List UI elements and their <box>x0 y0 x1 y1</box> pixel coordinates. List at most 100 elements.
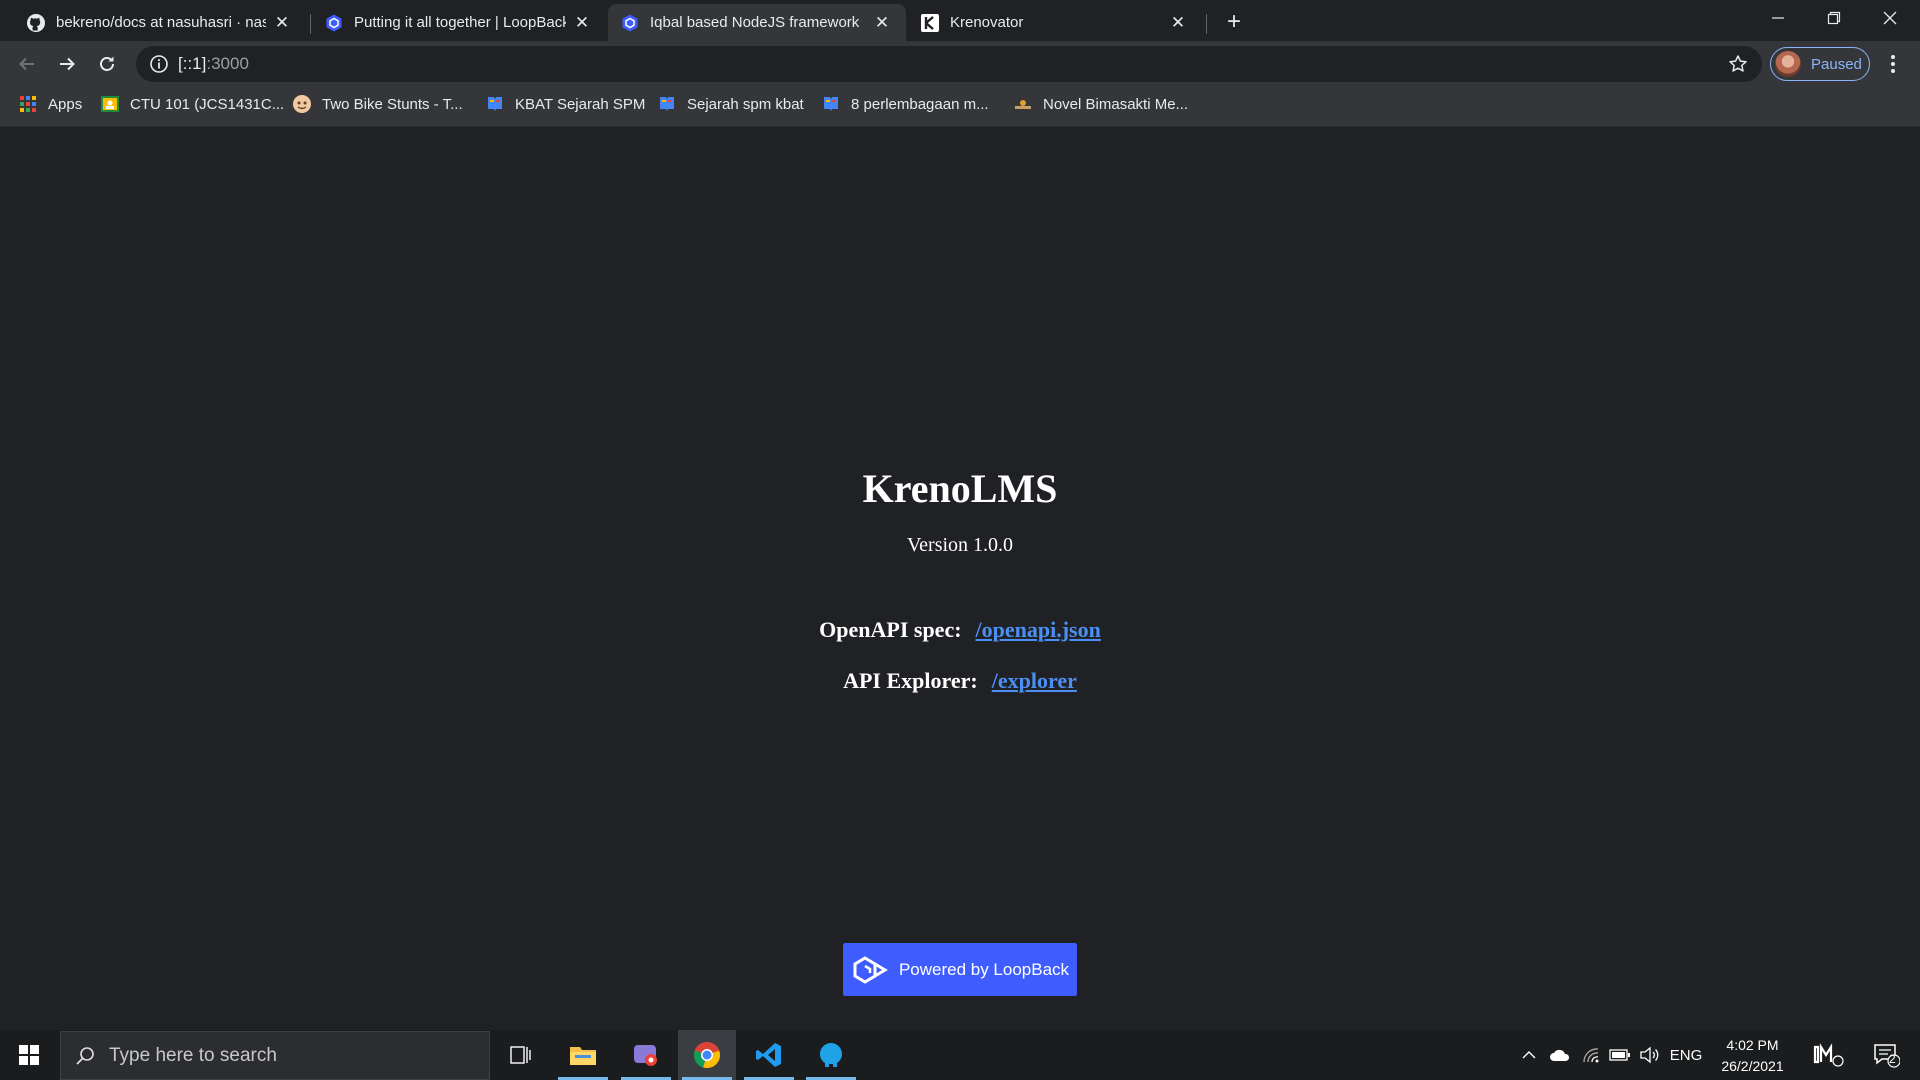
browser-menu-button[interactable] <box>1878 49 1908 79</box>
volume-tray-icon[interactable] <box>1636 1030 1664 1080</box>
bookmark-perlembagaan[interactable]: 8 perlembagaan m... <box>821 87 989 121</box>
battery-tray-icon[interactable] <box>1606 1030 1634 1080</box>
taskbar-search-box[interactable]: Type here to search <box>60 1031 490 1080</box>
tab-strip: bekreno/docs at nasuhasri · nasu ✕ Putti… <box>0 0 1920 41</box>
search-placeholder: Type here to search <box>109 1044 277 1066</box>
book-favicon-icon <box>485 94 505 114</box>
minimize-button[interactable] <box>1750 0 1806 36</box>
openapi-row: OpenAPI spec: /openapi.json <box>0 617 1920 643</box>
explorer-link[interactable]: /explorer <box>992 668 1077 693</box>
page-title: KrenoLMS <box>862 466 1058 511</box>
bookmark-sejarah-spm[interactable]: Sejarah spm kbat <box>657 87 804 121</box>
bookmark-two-bike-stunts[interactable]: Two Bike Stunts - T... <box>292 87 463 121</box>
clock-date: 26/2/2021 <box>1721 1058 1784 1074</box>
github-icon <box>26 13 46 33</box>
browser-toolbar: [::1]:3000 Paused <box>0 41 1920 87</box>
classroom-icon <box>100 94 120 114</box>
vscode-icon <box>756 1043 781 1067</box>
bookmark-ctu[interactable]: CTU 101 (JCS1431C... <box>100 87 284 121</box>
chrome-icon <box>693 1041 721 1069</box>
close-tab-icon[interactable]: ✕ <box>572 13 592 33</box>
app-taskbar-icon[interactable] <box>802 1030 860 1080</box>
book-favicon-icon <box>821 94 841 114</box>
minimize-icon <box>1772 17 1784 19</box>
address-bar[interactable]: [::1]:3000 <box>136 46 1762 82</box>
avatar <box>1775 51 1801 77</box>
windows-taskbar: Type here to search ENG 4:02 PM 26/2/202… <box>0 1030 1920 1080</box>
bookmark-label: 8 perlembagaan m... <box>851 95 989 113</box>
bookmark-star-icon[interactable] <box>1728 54 1748 74</box>
apps-grid-icon <box>18 94 38 114</box>
kebab-menu-icon <box>1891 55 1895 73</box>
tab-loopback-docs[interactable]: Putting it all together | LoopBack ✕ <box>312 4 606 41</box>
url-host: [::1] <box>178 54 207 73</box>
novel-favicon-icon <box>1013 94 1033 114</box>
cloud-icon <box>1550 1049 1570 1061</box>
task-view-button[interactable] <box>492 1030 550 1080</box>
back-button[interactable] <box>10 47 44 81</box>
file-explorer-taskbar-icon[interactable] <box>554 1030 612 1080</box>
close-tab-icon[interactable]: ✕ <box>1168 13 1188 33</box>
tab-github[interactable]: bekreno/docs at nasuhasri · nasu ✕ <box>14 4 306 41</box>
clock-time: 4:02 PM <box>1726 1037 1779 1053</box>
restore-button[interactable] <box>1806 0 1862 36</box>
site-info-icon[interactable] <box>149 54 169 74</box>
input-method-tray-icon[interactable] <box>1806 1030 1852 1080</box>
bookmark-label: Apps <box>48 95 83 113</box>
new-tab-button[interactable]: + <box>1220 8 1248 36</box>
reload-button[interactable] <box>90 47 124 81</box>
chrome-taskbar-icon[interactable] <box>678 1030 736 1080</box>
close-window-button[interactable] <box>1862 0 1918 36</box>
vscode-taskbar-icon[interactable] <box>740 1030 798 1080</box>
task-view-icon <box>510 1046 531 1064</box>
profile-status: Paused <box>1811 55 1862 73</box>
bookmark-kbat-sejarah[interactable]: KBAT Sejarah SPM <box>485 87 645 121</box>
profile-button[interactable]: Paused <box>1770 47 1870 81</box>
explorer-row: API Explorer: /explorer <box>0 668 1920 694</box>
chevron-up-icon <box>1522 1051 1536 1059</box>
tab-divider <box>1206 14 1207 34</box>
close-tab-icon[interactable]: ✕ <box>872 13 892 33</box>
book-favicon-icon <box>657 94 677 114</box>
close-tab-icon[interactable]: ✕ <box>272 13 292 33</box>
loopback-logo-icon <box>851 954 889 986</box>
bookmark-novel-bimasakti[interactable]: Novel Bimasakti Me... <box>1013 87 1188 121</box>
onedrive-tray-icon[interactable] <box>1546 1030 1574 1080</box>
bookmark-apps[interactable]: Apps <box>18 87 82 121</box>
notification-count: 2 <box>1889 1052 1896 1066</box>
battery-icon <box>1609 1049 1630 1061</box>
forward-arrow-icon <box>60 57 75 71</box>
tab-active[interactable]: Iqbal based NodeJS framework ✕ <box>608 4 906 41</box>
windows-logo-icon <box>19 1045 39 1065</box>
tab-title: Putting it all together | LoopBack <box>354 14 566 31</box>
krenovator-icon <box>920 13 940 33</box>
ime-icon <box>1813 1043 1844 1067</box>
search-icon <box>75 1046 95 1066</box>
snipping-app-taskbar-icon[interactable] <box>617 1030 675 1080</box>
network-tray-icon[interactable] <box>1578 1030 1604 1080</box>
bookmark-label: KBAT Sejarah SPM <box>515 95 646 113</box>
bookmarks-bar: Apps CTU 101 (JCS1431C... Two Bike Stunt… <box>0 87 1920 127</box>
bookmark-label: Sejarah spm kbat <box>687 95 804 113</box>
url-text[interactable]: [::1]:3000 <box>178 46 249 82</box>
forward-button[interactable] <box>50 47 84 81</box>
show-hidden-icons-button[interactable] <box>1518 1030 1540 1080</box>
start-button[interactable] <box>0 1030 58 1080</box>
reload-icon <box>100 56 114 71</box>
taskbar-clock[interactable]: 4:02 PM 26/2/2021 <box>1700 1035 1805 1077</box>
powered-by-loopback-button[interactable]: Powered by LoopBack <box>843 943 1077 996</box>
tab-title: bekreno/docs at nasuhasri · nasu <box>56 14 266 31</box>
bookmark-label: Novel Bimasakti Me... <box>1043 95 1189 113</box>
tab-krenovator[interactable]: Krenovator ✕ <box>908 4 1202 41</box>
bike-favicon-icon <box>292 94 312 114</box>
bookmark-label: Two Bike Stunts - T... <box>322 95 463 113</box>
notifications-button[interactable]: 2 <box>1862 1030 1910 1080</box>
url-port: :3000 <box>206 54 249 73</box>
openapi-link[interactable]: /openapi.json <box>976 617 1101 642</box>
blue-app-icon <box>820 1043 842 1067</box>
tab-title: Iqbal based NodeJS framework <box>650 14 860 31</box>
explorer-label: API Explorer: <box>843 668 978 693</box>
speaker-icon <box>1640 1046 1659 1064</box>
restore-icon <box>1827 11 1841 25</box>
tab-divider <box>310 14 311 34</box>
